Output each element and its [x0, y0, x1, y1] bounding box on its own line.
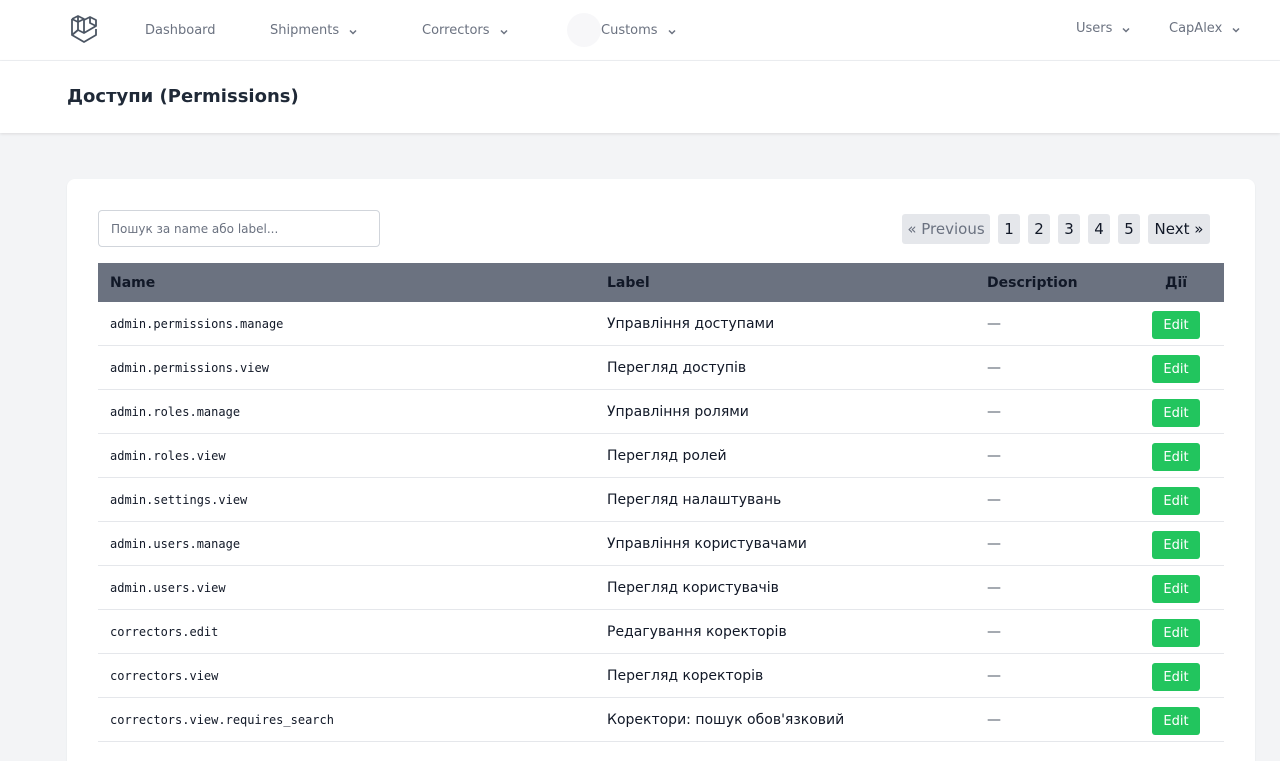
- page-header: Доступи (Permissions): [0, 61, 1280, 133]
- table-row: correctors.edit Редагування коректорів — Ed…: [98, 610, 1224, 654]
- permission-name: admin.permissions.manage: [110, 317, 284, 331]
- chevron-down-icon: [1231, 24, 1241, 34]
- permission-label: Управління ролями: [607, 404, 749, 420]
- laravel-logo-icon[interactable]: [69, 12, 103, 46]
- permission-name: admin.users.view: [110, 581, 226, 595]
- column-header-name: Name: [110, 274, 156, 291]
- search-input[interactable]: [98, 210, 380, 247]
- table-body: admin.permissions.manage Управління досту…: [98, 302, 1224, 742]
- pagination-page-4[interactable]: 4: [1088, 214, 1110, 244]
- nav-shipments[interactable]: Shipments: [270, 0, 358, 61]
- permission-label: Управління доступами: [607, 316, 775, 332]
- table-row: admin.roles.view Перегляд ролей — Edit: [98, 434, 1224, 478]
- table-row: admin.permissions.view Перегляд доступів —…: [98, 346, 1224, 390]
- chevron-down-icon: [348, 26, 358, 36]
- nav-dashboard[interactable]: Dashboard: [145, 0, 216, 61]
- table-row: correctors.view.requires_search Коректори…: [98, 698, 1224, 742]
- permission-label: Коректори: пошук обов'язковий: [607, 712, 845, 728]
- permission-label: Перегляд доступів: [607, 360, 747, 376]
- edit-button[interactable]: Edit: [1152, 707, 1200, 735]
- permission-description: —: [987, 536, 1001, 552]
- edit-button[interactable]: Edit: [1152, 311, 1200, 339]
- edit-button[interactable]: Edit: [1152, 619, 1200, 647]
- pagination: « Previous 1 2 3 4 5 Next »: [902, 214, 1210, 244]
- permission-name: admin.roles.view: [110, 449, 226, 463]
- nav-customs-label: Customs: [601, 23, 658, 38]
- column-header-label: Label: [607, 274, 650, 291]
- user-menu[interactable]: CapAlex: [1169, 0, 1241, 59]
- edit-button[interactable]: Edit: [1152, 487, 1200, 515]
- permission-description: —: [987, 580, 1001, 596]
- pagination-previous[interactable]: « Previous: [902, 214, 990, 244]
- edit-button[interactable]: Edit: [1152, 575, 1200, 603]
- table-header: Name Label Description Дії: [98, 263, 1224, 302]
- permission-description: —: [987, 316, 1001, 332]
- pagination-page-1[interactable]: 1: [998, 214, 1020, 244]
- permission-description: —: [987, 668, 1001, 684]
- table-row: admin.users.view Перегляд користувачів — Ed…: [98, 566, 1224, 610]
- hover-highlight: [567, 13, 601, 47]
- permission-label: Перегляд ролей: [607, 448, 727, 464]
- permission-description: —: [987, 712, 1001, 728]
- permission-label: Перегляд користувачів: [607, 580, 779, 596]
- page-title: Доступи (Permissions): [67, 86, 299, 107]
- chevron-down-icon: [667, 26, 677, 36]
- permission-label: Управління користувачами: [607, 536, 807, 552]
- permission-description: —: [987, 360, 1001, 376]
- permission-label: Перегляд налаштувань: [607, 492, 782, 508]
- edit-button[interactable]: Edit: [1152, 399, 1200, 427]
- permission-name: admin.settings.view: [110, 493, 248, 507]
- permission-name: correctors.edit: [110, 625, 219, 639]
- nav-customs[interactable]: Customs: [601, 0, 677, 61]
- pagination-page-2[interactable]: 2: [1028, 214, 1050, 244]
- column-header-actions: Дії: [1165, 274, 1188, 291]
- pagination-page-3[interactable]: 3: [1058, 214, 1080, 244]
- user-name: CapAlex: [1169, 21, 1223, 36]
- edit-button[interactable]: Edit: [1152, 663, 1200, 691]
- edit-button[interactable]: Edit: [1152, 531, 1200, 559]
- column-header-description: Description: [987, 274, 1078, 291]
- permission-name: admin.permissions.view: [110, 361, 269, 375]
- permission-description: —: [987, 404, 1001, 420]
- nav-users[interactable]: Users: [1076, 0, 1131, 59]
- permission-name: correctors.view: [110, 669, 219, 683]
- nav-dashboard-label: Dashboard: [145, 23, 216, 38]
- permission-name: admin.users.manage: [110, 537, 241, 551]
- edit-button[interactable]: Edit: [1152, 355, 1200, 383]
- nav-correctors-label: Correctors: [422, 23, 490, 38]
- top-navigation: Dashboard Shipments Correctors Customs U…: [0, 0, 1280, 61]
- permission-label: Редагування коректорів: [607, 624, 787, 640]
- permission-label: Перегляд коректорів: [607, 668, 764, 684]
- permission-description: —: [987, 448, 1001, 464]
- permission-name: admin.roles.manage: [110, 405, 241, 419]
- nav-correctors[interactable]: Correctors: [422, 0, 509, 61]
- chevron-down-icon: [1121, 24, 1131, 34]
- pagination-next[interactable]: Next »: [1148, 214, 1210, 244]
- permission-description: —: [987, 624, 1001, 640]
- pagination-page-5[interactable]: 5: [1118, 214, 1140, 244]
- table-row: admin.permissions.manage Управління досту…: [98, 302, 1224, 346]
- permission-name: correctors.view.requires_search: [110, 713, 334, 727]
- permission-description: —: [987, 492, 1001, 508]
- nav-shipments-label: Shipments: [270, 23, 340, 38]
- table-row: admin.users.manage Управління користувача…: [98, 522, 1224, 566]
- chevron-down-icon: [499, 26, 509, 36]
- permissions-card: « Previous 1 2 3 4 5 Next » Name Label D…: [67, 179, 1255, 761]
- table-row: admin.roles.manage Управління ролями — Edit: [98, 390, 1224, 434]
- permissions-table: Name Label Description Дії admin.permiss…: [98, 263, 1224, 742]
- edit-button[interactable]: Edit: [1152, 443, 1200, 471]
- table-row: admin.settings.view Перегляд налаштувань —…: [98, 478, 1224, 522]
- nav-users-label: Users: [1076, 21, 1113, 36]
- table-row: correctors.view Перегляд коректорів — Edit: [98, 654, 1224, 698]
